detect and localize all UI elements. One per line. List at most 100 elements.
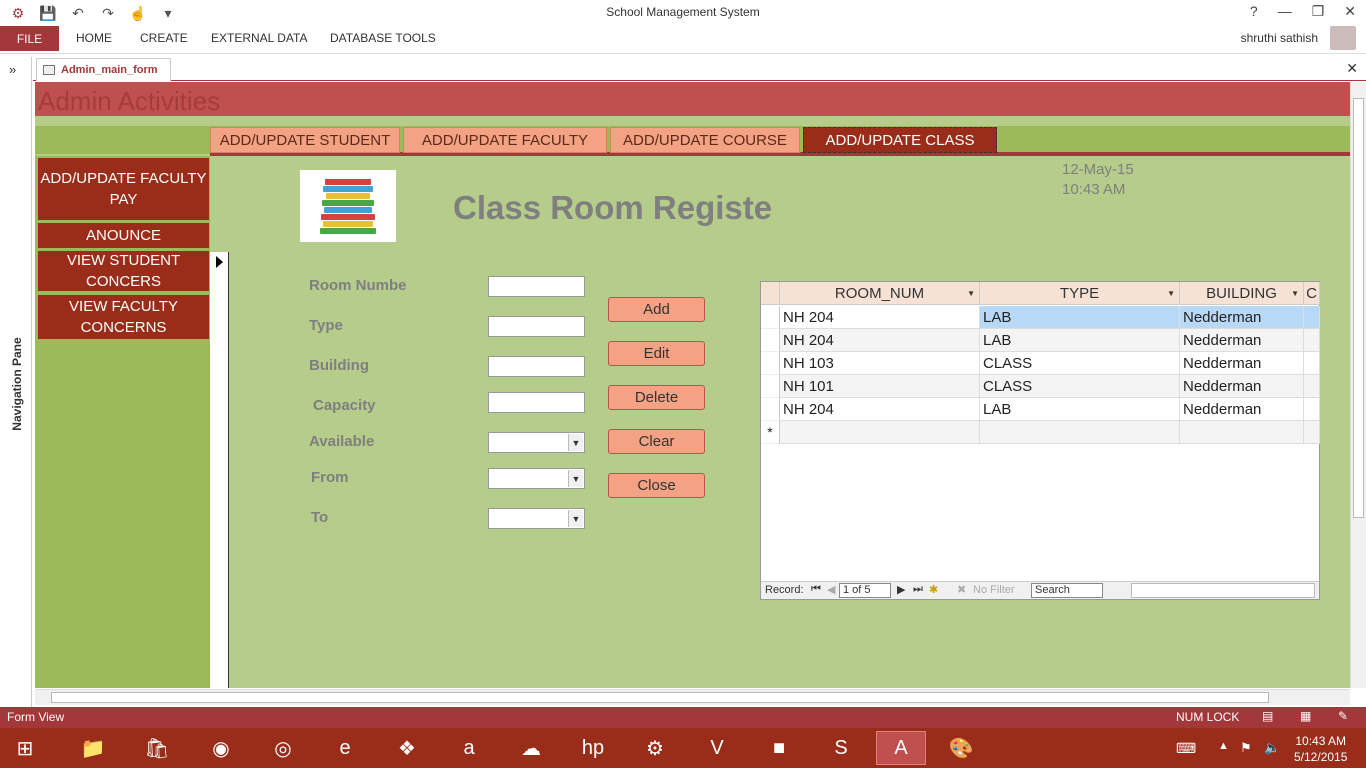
expand-chevron-icon[interactable]: »: [9, 62, 16, 77]
sidebar-item-announce[interactable]: ANOUNCE: [38, 223, 209, 248]
clear-button[interactable]: Clear: [608, 429, 705, 454]
type-input[interactable]: [488, 316, 585, 337]
keyboard-icon[interactable]: ⌨: [1176, 740, 1196, 757]
horizontal-scrollbar[interactable]: [35, 689, 1350, 705]
row-selector[interactable]: [761, 398, 780, 421]
tab-external-data[interactable]: EXTERNAL DATA: [211, 31, 307, 45]
chevron-down-icon[interactable]: ▼: [568, 510, 583, 527]
amazon-icon[interactable]: a: [444, 731, 494, 765]
tab-add-update-faculty[interactable]: ADD/UPDATE FACULTY: [403, 127, 607, 153]
row-selector[interactable]: [761, 375, 780, 398]
datasheet-view-icon[interactable]: ▦: [1300, 709, 1311, 723]
building-input[interactable]: [488, 356, 585, 377]
restore-button[interactable]: ❐: [1312, 3, 1325, 20]
tab-database-tools[interactable]: DATABASE TOOLS: [330, 31, 436, 45]
scroll-thumb[interactable]: [1353, 98, 1364, 518]
last-record-icon[interactable]: ⏭: [913, 583, 923, 596]
table-cell[interactable]: NH 204: [780, 329, 980, 352]
file-tab[interactable]: FILE: [0, 26, 59, 51]
onedrive-icon[interactable]: ☁: [506, 731, 556, 765]
document-tab[interactable]: Admin_main_form: [36, 58, 171, 81]
vertical-scrollbar[interactable]: [1350, 82, 1366, 688]
table-cell[interactable]: NH 101: [780, 375, 980, 398]
paint-icon[interactable]: 🎨: [936, 731, 986, 765]
row-selector[interactable]: [761, 329, 780, 352]
store-icon[interactable]: 🛍: [132, 731, 182, 765]
skype-icon[interactable]: S: [816, 731, 866, 765]
table-cell[interactable]: NH 204: [780, 306, 980, 329]
show-hidden-icon[interactable]: ▲: [1218, 740, 1229, 752]
add-button[interactable]: Add: [608, 297, 705, 322]
column-header-capacity[interactable]: C: [1304, 282, 1320, 305]
chevron-down-icon[interactable]: ▼: [568, 470, 583, 487]
next-record-icon[interactable]: ▶: [897, 583, 905, 596]
column-header-type[interactable]: TYPE ▼: [980, 282, 1180, 305]
search-input[interactable]: Search: [1031, 583, 1103, 598]
filter-icon[interactable]: ✖: [957, 583, 966, 596]
chevron-down-icon[interactable]: ▼: [1167, 289, 1175, 298]
record-number-input[interactable]: 1 of 5: [839, 583, 891, 598]
visio-icon[interactable]: V: [692, 731, 742, 765]
new-record-icon[interactable]: *: [761, 421, 780, 444]
file-explorer-icon[interactable]: 📁: [68, 731, 118, 765]
hp-icon[interactable]: hp: [568, 731, 618, 765]
new-record-cell[interactable]: [780, 421, 980, 444]
table-cell[interactable]: [1304, 398, 1320, 421]
puzzle-icon[interactable]: ❖: [382, 731, 432, 765]
sidebar-item-faculty-concerns[interactable]: VIEW FACULTY CONCERNS: [38, 295, 209, 339]
table-cell[interactable]: LAB: [980, 306, 1180, 329]
close-window-button[interactable]: ✕: [1344, 3, 1356, 20]
table-cell[interactable]: LAB: [980, 398, 1180, 421]
sticky-notes-icon[interactable]: ■: [754, 731, 804, 765]
grid-horizontal-scrollbar[interactable]: [1131, 583, 1315, 598]
row-selector[interactable]: [761, 352, 780, 375]
first-record-icon[interactable]: ⏮: [811, 583, 821, 596]
navigation-pane[interactable]: Navigation Pane: [0, 57, 32, 708]
user-name[interactable]: shruthi sathish: [1241, 31, 1318, 45]
table-cell[interactable]: [1304, 329, 1320, 352]
table-cell[interactable]: Nedderman: [1180, 329, 1304, 352]
row-selector[interactable]: [761, 306, 780, 329]
tab-add-update-student[interactable]: ADD/UPDATE STUDENT: [210, 127, 400, 153]
start-icon[interactable]: ⊞: [0, 731, 50, 765]
table-cell[interactable]: CLASS: [980, 352, 1180, 375]
new-record-cell[interactable]: [1304, 421, 1320, 444]
tab-add-update-class[interactable]: ADD/UPDATE CLASS: [803, 127, 997, 153]
select-all-corner[interactable]: [761, 282, 780, 305]
available-combo[interactable]: ▼: [488, 432, 585, 453]
tab-create[interactable]: CREATE: [140, 31, 188, 45]
help-icon[interactable]: ?: [1250, 3, 1258, 20]
room-number-input[interactable]: [488, 276, 585, 297]
prev-record-icon[interactable]: ◀: [827, 583, 835, 596]
scroll-thumb[interactable]: [51, 692, 1269, 703]
rooms-datasheet[interactable]: ROOM_NUM ▼ TYPE ▼ BUILDING ▼ C NH 204 LAB N…: [760, 281, 1320, 600]
new-record-cell[interactable]: [1180, 421, 1304, 444]
chevron-down-icon[interactable]: ▼: [568, 434, 583, 451]
table-cell[interactable]: [1304, 306, 1320, 329]
tab-add-update-course[interactable]: ADD/UPDATE COURSE: [610, 127, 800, 153]
table-cell[interactable]: NH 204: [780, 398, 980, 421]
table-cell[interactable]: [1304, 375, 1320, 398]
table-cell[interactable]: [1304, 352, 1320, 375]
filter-status[interactable]: No Filter: [973, 584, 1015, 596]
sidebar-item-faculty-pay[interactable]: ADD/UPDATE FACULTY PAY: [38, 158, 209, 220]
tab-home[interactable]: HOME: [76, 31, 112, 45]
sidebar-item-student-concerns[interactable]: VIEW STUDENT CONCERS: [38, 251, 209, 291]
table-cell[interactable]: Nedderman: [1180, 398, 1304, 421]
close-icon[interactable]: ✕: [1346, 60, 1358, 77]
minimize-button[interactable]: —: [1278, 3, 1292, 20]
new-record-nav-icon[interactable]: ✱: [929, 583, 938, 596]
new-record-cell[interactable]: [980, 421, 1180, 444]
table-cell[interactable]: LAB: [980, 329, 1180, 352]
table-cell[interactable]: Nedderman: [1180, 352, 1304, 375]
access-icon[interactable]: A: [876, 731, 926, 765]
column-header-room-num[interactable]: ROOM_NUM ▼: [780, 282, 980, 305]
volume-icon[interactable]: 🔈: [1264, 740, 1280, 756]
chevron-down-icon[interactable]: ▼: [1291, 289, 1299, 298]
layout-view-icon[interactable]: ✎: [1338, 709, 1348, 723]
flag-icon[interactable]: ⚑: [1240, 740, 1252, 756]
delete-button[interactable]: Delete: [608, 385, 705, 410]
capacity-input[interactable]: [488, 392, 585, 413]
table-cell[interactable]: NH 103: [780, 352, 980, 375]
record-selector[interactable]: [210, 252, 229, 688]
